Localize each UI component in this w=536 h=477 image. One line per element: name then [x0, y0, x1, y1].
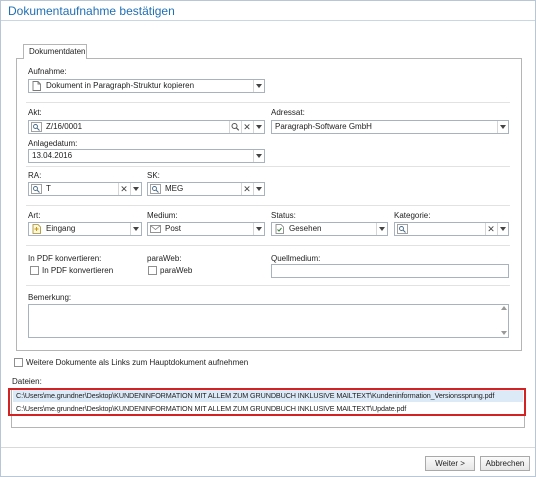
chevron-down-icon[interactable] [253, 223, 264, 235]
kategorie-label: Kategorie: [394, 211, 431, 220]
search-box-icon [31, 184, 42, 194]
divider [26, 245, 510, 246]
sk-field[interactable]: MEG ✕ [147, 182, 265, 196]
envelope-in-icon [31, 224, 42, 234]
kategorie-field[interactable]: ✕ [394, 222, 509, 236]
akt-value: Z/16/0001 [46, 122, 83, 131]
tab-dokumentdaten[interactable]: Dokumentdaten [23, 44, 87, 59]
akt-field[interactable]: Z/16/0001 ✕ [28, 120, 265, 134]
anlagedatum-value: 13.04.2016 [32, 151, 73, 160]
links-checkbox-label[interactable]: Weitere Dokumente als Links zum Hauptdok… [26, 358, 248, 367]
ra-field[interactable]: T ✕ [28, 182, 142, 196]
chevron-down-icon[interactable] [497, 121, 508, 133]
pdf-checkbox[interactable] [30, 266, 39, 275]
status-label: Status: [271, 211, 296, 220]
aufnahme-label: Aufnahme: [28, 67, 67, 76]
adressat-select[interactable]: Paragraph-Software GmbH [271, 120, 509, 134]
clear-icon[interactable]: ✕ [241, 121, 252, 133]
status-select[interactable]: Gesehen [271, 222, 388, 236]
pdf-label: In PDF konvertieren: [28, 254, 102, 263]
divider [26, 205, 510, 206]
next-button[interactable]: Weiter > [425, 456, 475, 471]
scroll-down-icon[interactable] [501, 331, 507, 335]
paraweb-checkbox[interactable] [148, 266, 157, 275]
paraweb-checkbox-label[interactable]: paraWeb [160, 266, 192, 275]
chevron-down-icon[interactable] [253, 150, 264, 162]
sk-label: SK: [147, 171, 160, 180]
search-box-icon [397, 224, 408, 234]
dateien-label: Dateien: [12, 377, 42, 386]
divider [26, 102, 510, 103]
art-label: Art: [28, 211, 41, 220]
medium-select[interactable]: Post [147, 222, 265, 236]
chevron-down-icon[interactable] [253, 80, 264, 92]
chevron-down-icon[interactable] [253, 183, 264, 195]
sk-value: MEG [165, 184, 184, 193]
chevron-down-icon[interactable] [497, 223, 508, 235]
art-value: Eingang [46, 224, 76, 233]
anlagedatum-picker[interactable]: 13.04.2016 [28, 149, 265, 163]
search-box-icon [150, 184, 161, 194]
ra-value: T [46, 184, 51, 193]
paraweb-label: paraWeb: [147, 254, 182, 263]
scroll-up-icon[interactable] [501, 306, 507, 310]
dialog-window: Dokumentaufnahme bestätigen Dokumentdate… [0, 0, 536, 477]
medium-value: Post [165, 224, 182, 233]
document-icon [31, 81, 42, 91]
quellmedium-input[interactable] [271, 264, 509, 278]
title-divider [1, 20, 535, 21]
status-icon [274, 224, 285, 234]
chevron-down-icon[interactable] [130, 223, 141, 235]
mail-icon [150, 224, 161, 234]
aufnahme-select[interactable]: Dokument in Paragraph-Struktur kopieren [28, 79, 265, 93]
chevron-down-icon[interactable] [253, 121, 264, 133]
ra-label: RA: [28, 171, 42, 180]
adressat-label: Adressat: [271, 108, 305, 117]
adressat-value: Paragraph-Software GmbH [275, 122, 372, 131]
medium-label: Medium: [147, 211, 178, 220]
search-icon[interactable] [229, 121, 240, 133]
footer-divider [1, 447, 535, 448]
search-box-icon [31, 122, 42, 132]
chevron-down-icon[interactable] [376, 223, 387, 235]
highlight-box [8, 388, 526, 416]
status-value: Gesehen [289, 224, 322, 233]
pdf-checkbox-label[interactable]: In PDF konvertieren [42, 266, 113, 275]
bemerkung-textarea[interactable] [28, 304, 509, 338]
divider [26, 166, 510, 167]
divider [26, 285, 510, 286]
links-checkbox[interactable] [14, 358, 23, 367]
chevron-down-icon[interactable] [130, 183, 141, 195]
quellmedium-label: Quellmedium: [271, 254, 321, 263]
akt-label: Akt: [28, 108, 42, 117]
clear-icon[interactable]: ✕ [241, 183, 252, 195]
anlagedatum-label: Anlagedatum: [28, 139, 78, 148]
art-select[interactable]: Eingang [28, 222, 142, 236]
bemerkung-label: Bemerkung: [28, 293, 72, 302]
clear-icon[interactable]: ✕ [118, 183, 129, 195]
dialog-title: Dokumentaufnahme bestätigen [8, 4, 175, 18]
aufnahme-value: Dokument in Paragraph-Struktur kopieren [46, 81, 195, 90]
cancel-button[interactable]: Abbrechen [480, 456, 530, 471]
clear-icon[interactable]: ✕ [485, 223, 496, 235]
